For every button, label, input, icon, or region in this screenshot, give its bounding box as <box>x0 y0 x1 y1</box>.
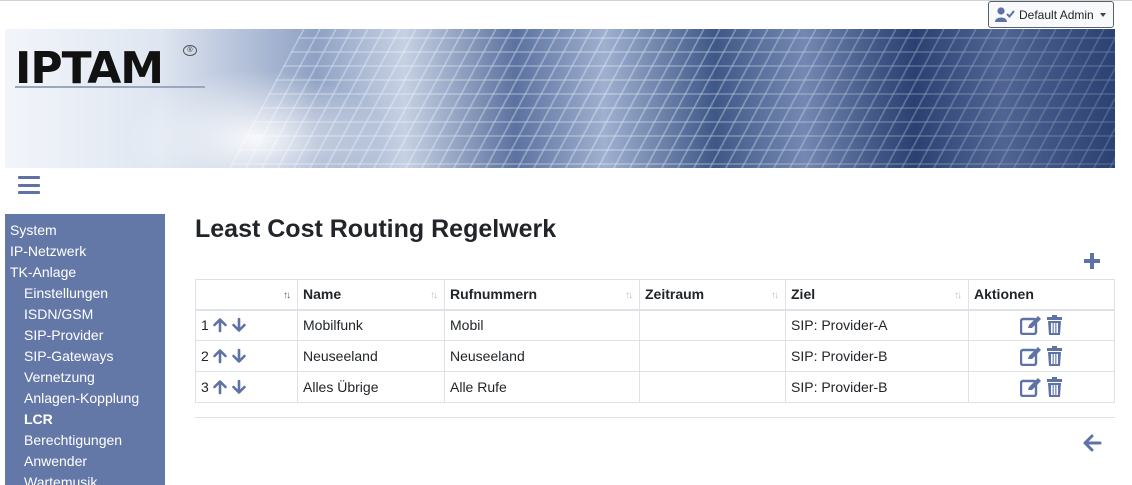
period-cell <box>639 371 786 403</box>
sort-icon: ↑↓ <box>430 290 438 301</box>
sidebar-item-isdn-gsm[interactable]: ISDN/GSM <box>5 305 165 326</box>
sidebar-item-lcr[interactable]: LCR <box>5 410 165 431</box>
sort-icon: ↑↓ <box>771 290 779 301</box>
sort-icon: ↑↓ <box>954 290 962 301</box>
user-check-icon <box>995 7 1015 22</box>
menu-toggle-icon[interactable] <box>18 176 40 194</box>
arrow-up-icon[interactable] <box>212 348 228 364</box>
arrow-down-icon[interactable] <box>231 379 247 395</box>
target-cell: SIP: Provider-A <box>785 309 969 341</box>
sidebar-item-tk-anlage[interactable]: TK-Anlage <box>5 263 165 284</box>
order-number: 2 <box>201 348 209 364</box>
actions-cell <box>968 309 1115 341</box>
caret-down-icon <box>1099 12 1106 17</box>
trash-icon[interactable] <box>1046 377 1063 397</box>
sidebar-item-vernetzung[interactable]: Vernetzung <box>5 368 165 389</box>
order-cell: 3 <box>195 371 298 403</box>
name-cell: Neuseeland <box>297 340 445 372</box>
edit-icon[interactable] <box>1020 346 1042 366</box>
numbers-cell: Neuseeland <box>444 340 640 372</box>
sidebar-item-system[interactable]: System <box>5 221 165 242</box>
sort-icon: ↑↓ <box>283 290 291 301</box>
table-row: 1 Mobilfunk Mobil SIP: Provider-A <box>195 309 1115 341</box>
name-cell: Alles Übrige <box>297 371 445 403</box>
numbers-cell: Alle Rufe <box>444 371 640 403</box>
sidebar-item-sip-provider[interactable]: SIP-Provider <box>5 326 165 347</box>
sidebar-item-anlagen-kopplung[interactable]: Anlagen-Kopplung <box>5 389 165 410</box>
arrow-down-icon[interactable] <box>231 317 247 333</box>
column-header-numbers[interactable]: Rufnummern ↑↓ <box>444 279 640 311</box>
header-banner: IPTAM ® <box>5 29 1115 168</box>
column-header-actions: Aktionen <box>968 279 1115 311</box>
table-row: 2 Neuseeland Neuseeland SIP: Provider-B <box>195 340 1115 372</box>
sort-icon: ↑↓ <box>625 290 633 301</box>
period-cell <box>639 309 786 341</box>
column-header-name[interactable]: Name ↑↓ <box>297 279 445 311</box>
page-title: Least Cost Routing Regelwerk <box>195 215 557 243</box>
table-row: 3 Alles Übrige Alle Rufe SIP: Provider-B <box>195 371 1115 403</box>
arrow-left-icon <box>1083 434 1102 452</box>
order-cell: 2 <box>195 340 298 372</box>
order-number: 1 <box>201 317 209 334</box>
sidebar-item-wartemusik[interactable]: Wartemusik <box>5 473 165 485</box>
actions-cell <box>968 340 1115 372</box>
arrow-up-icon[interactable] <box>212 379 228 395</box>
period-cell <box>639 340 786 372</box>
lcr-rules-table: ↑↓ Name ↑↓ Rufnummern ↑↓ Zeitraum ↑↓ Ziel ↑↓… <box>195 279 1115 403</box>
sidebar-item-ip-netzwerk[interactable]: IP-Netzwerk <box>5 242 165 263</box>
sidebar-item-anwender[interactable]: Anwender <box>5 452 165 473</box>
arrow-up-icon[interactable] <box>212 317 228 333</box>
logo-registered-mark: ® <box>183 45 197 56</box>
sidebar-item-sip-gateways[interactable]: SIP-Gateways <box>5 347 165 368</box>
arrow-down-icon[interactable] <box>231 348 247 364</box>
user-menu-button[interactable]: Default Admin <box>988 1 1114 28</box>
sidebar-item-berechtigungen[interactable]: Berechtigungen <box>5 431 165 452</box>
top-border <box>0 0 1132 1</box>
order-cell: 1 <box>195 309 298 341</box>
order-number: 3 <box>201 379 209 395</box>
edit-icon[interactable] <box>1020 315 1042 336</box>
sidebar: System IP-Netzwerk TK-Anlage Einstellungen I… <box>5 214 165 485</box>
column-header-order[interactable]: ↑↓ <box>195 279 298 311</box>
edit-icon[interactable] <box>1020 377 1042 397</box>
column-header-period[interactable]: Zeitraum ↑↓ <box>639 279 786 311</box>
back-button[interactable] <box>1081 432 1103 454</box>
add-rule-button[interactable] <box>1081 250 1103 272</box>
table-footer-divider <box>195 417 1115 418</box>
trash-icon[interactable] <box>1046 346 1063 366</box>
target-cell: SIP: Provider-B <box>785 371 969 403</box>
plus-icon <box>1084 253 1100 269</box>
user-menu-label: Default Admin <box>1019 7 1094 22</box>
numbers-cell: Mobil <box>444 309 640 341</box>
sidebar-item-einstellungen[interactable]: Einstellungen <box>5 284 165 305</box>
column-header-target[interactable]: Ziel ↑↓ <box>785 279 969 311</box>
trash-icon[interactable] <box>1046 315 1063 336</box>
table-header-row: ↑↓ Name ↑↓ Rufnummern ↑↓ Zeitraum ↑↓ Ziel ↑↓… <box>195 279 1115 311</box>
target-cell: SIP: Provider-B <box>785 340 969 372</box>
actions-cell <box>968 371 1115 403</box>
name-cell: Mobilfunk <box>297 309 445 341</box>
